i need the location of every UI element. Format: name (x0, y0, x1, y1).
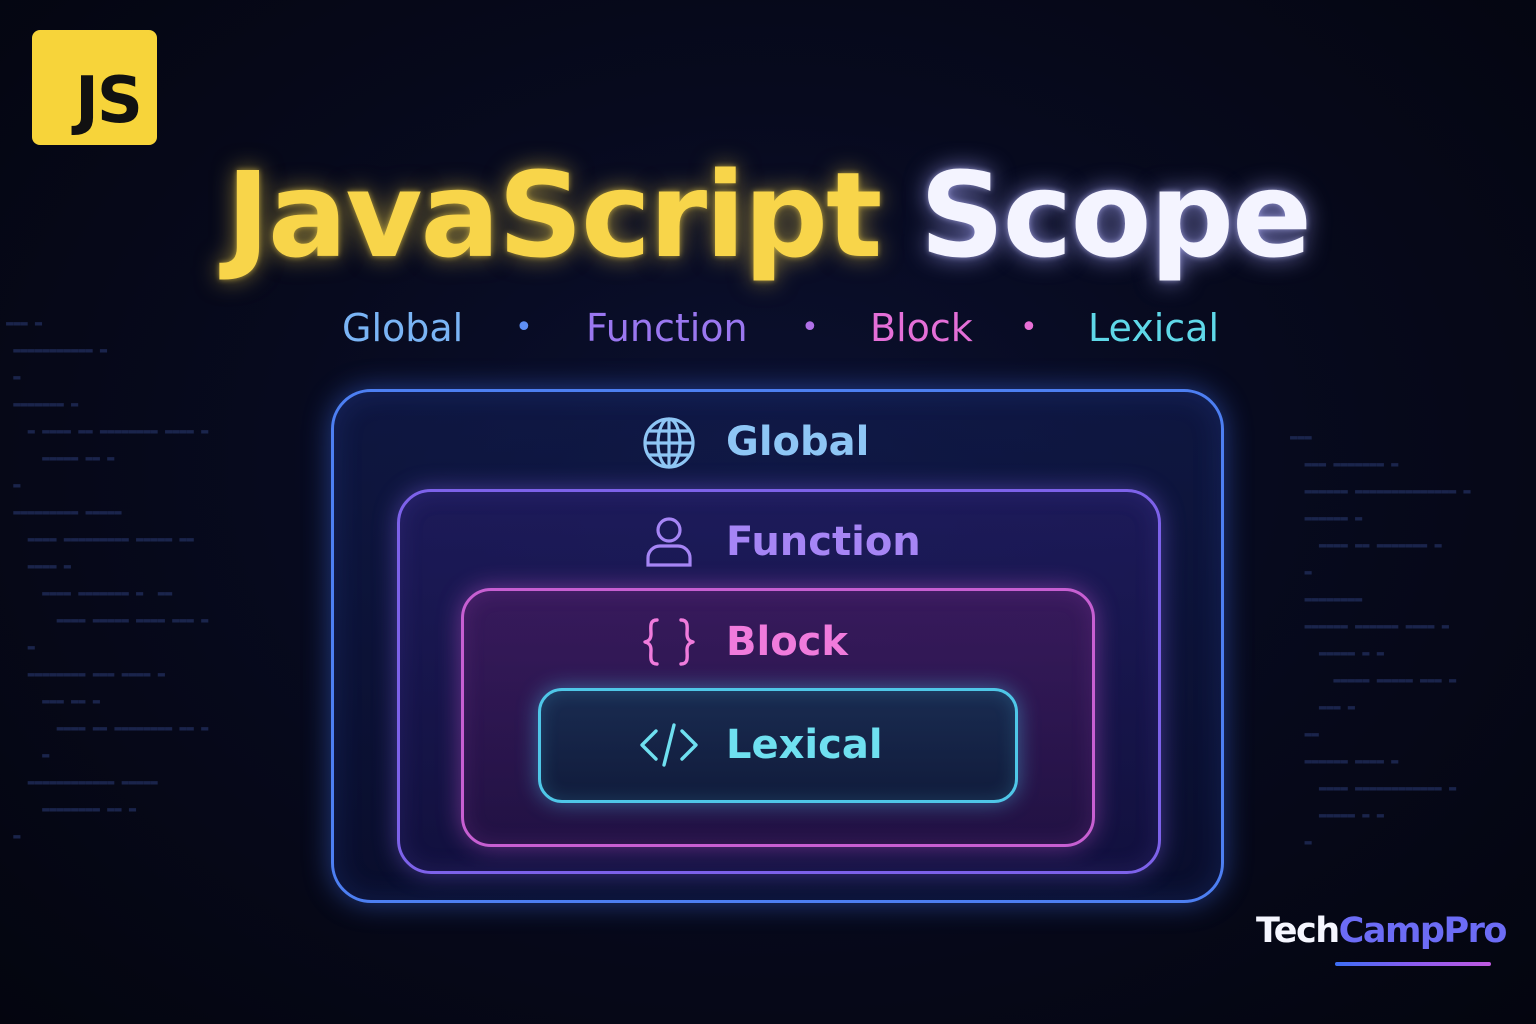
globe-icon (641, 415, 697, 475)
block-scope-label: Block (726, 619, 848, 665)
page-title: JavaScript Scope (0, 140, 1536, 290)
curly-braces-icon (640, 614, 698, 674)
js-logo-text: JS (75, 64, 143, 138)
code-tag-icon (638, 717, 700, 777)
subtitle-function: Function (586, 306, 748, 350)
js-logo: JS (32, 30, 157, 145)
separator-dot: • (1020, 310, 1038, 345)
title-part-scope: Scope (919, 146, 1312, 284)
brand-part-tech: Tech (1256, 911, 1340, 951)
subtitle-global: Global (342, 306, 464, 350)
function-scope-label: Function (726, 519, 921, 565)
separator-dot: • (515, 310, 533, 345)
lexical-scope-label: Lexical (726, 722, 883, 768)
subtitle-lexical: Lexical (1088, 306, 1219, 350)
background-code-right: ▬▬▬ ▬▬▬ ▬▬▬▬▬▬▬ ▬ ▬▬▬▬▬▬ ▬▬▬▬▬▬▬▬▬▬▬▬▬▬ … (1290, 430, 1471, 849)
scope-types-row: Global • Function • Block • Lexical (0, 300, 1536, 356)
title-part-javascript: JavaScript (225, 146, 883, 284)
separator-dot: • (801, 310, 819, 345)
global-scope-label: Global (726, 419, 870, 465)
brand-logo: TechCampPro (1256, 908, 1508, 954)
subtitle-block: Block (870, 306, 973, 350)
user-icon (643, 514, 695, 574)
background-code-left: ▬▬▬ ▬ ▬▬▬▬▬▬▬▬▬▬▬ ▬ ▬ ▬▬▬▬▬▬▬ ▬ ▬ ▬▬▬▬ ▬… (6, 316, 209, 843)
brand-part-camppro: CampPro (1338, 911, 1508, 951)
brand-underline (1335, 962, 1491, 966)
